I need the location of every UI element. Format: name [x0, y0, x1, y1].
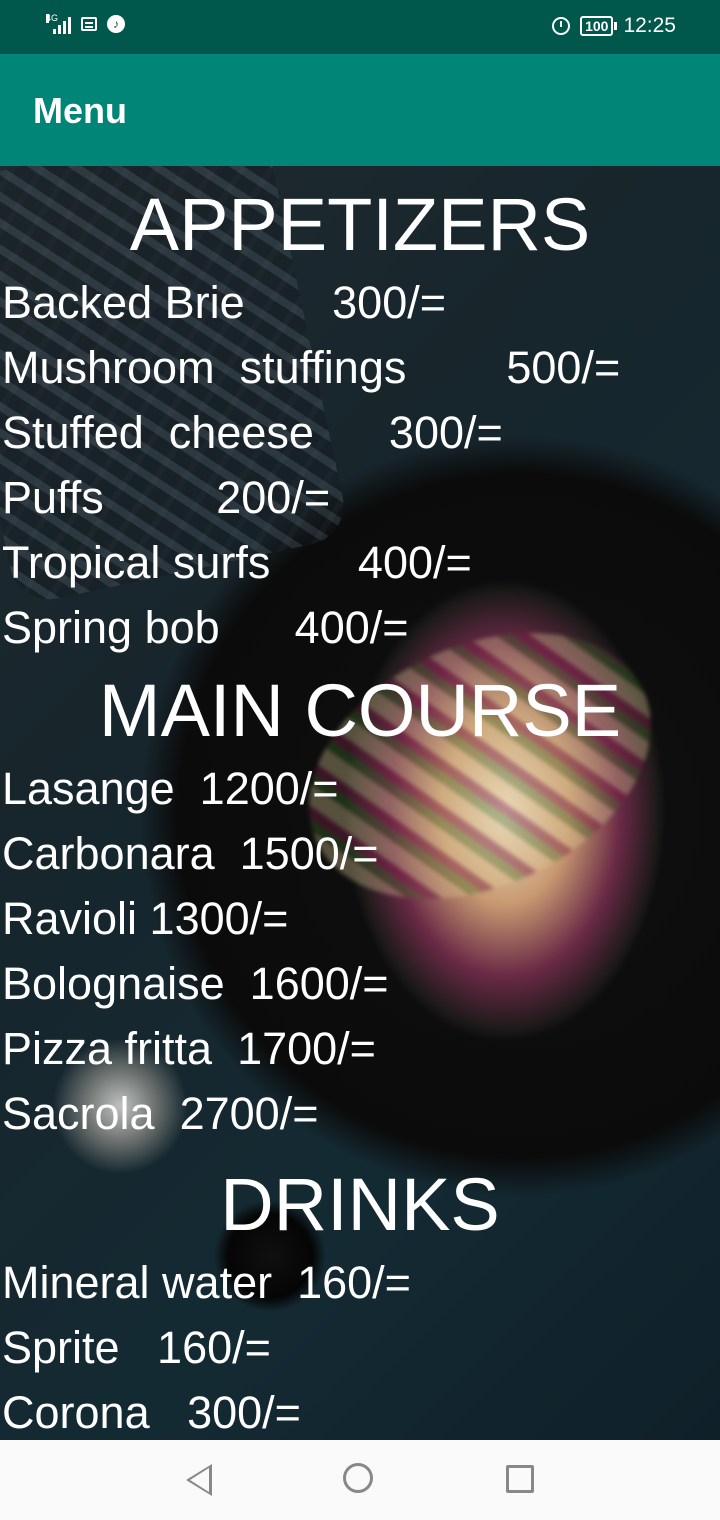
menu-item: Mushroom stuffings 500/= [2, 342, 621, 393]
menu-item: Tropical surfs 400/= [2, 537, 472, 588]
menu-item: Bolognaise 1600/= [2, 958, 389, 1009]
status-left: 4G ♪ [46, 14, 125, 34]
status-right: 100 12:25 [552, 14, 676, 38]
main-course-heading: MAIN COURSE [98, 669, 622, 752]
page-title: Menu [33, 90, 127, 131]
menu-item: Sacrola 2700/= [2, 1088, 319, 1139]
menu-item: Spring bob 400/= [2, 602, 409, 653]
back-icon[interactable] [186, 1464, 212, 1496]
app-bar: Menu [0, 54, 720, 166]
menu-item: Pizza fritta 1700/= [2, 1023, 376, 1074]
menu-content[interactable]: APPETIZERS Backed Brie 300/= Mushroom st… [0, 166, 720, 1440]
music-icon: ♪ [107, 15, 125, 33]
status-bar: 4G ♪ 100 12:25 [0, 0, 720, 54]
menu-item: Ravioli 1300/= [2, 893, 289, 944]
home-icon[interactable] [343, 1463, 373, 1493]
signal-icon: 4G [46, 14, 71, 34]
menu-item: Lasange 1200/= [2, 763, 339, 814]
menu-item: Mineral water 160/= [2, 1257, 411, 1308]
battery-icon: 100 [580, 16, 618, 36]
appetizers-heading: APPETIZERS [129, 183, 591, 266]
menu-item: Backed Brie 300/= [2, 277, 447, 328]
network-type: 4G [46, 13, 59, 23]
menu-item: Sprite 160/= [2, 1322, 271, 1373]
alarm-icon [552, 17, 571, 35]
menu-item: Carbonara 1500/= [2, 828, 379, 879]
menu-item: Puffs 200/= [2, 472, 331, 523]
menu-item: Corona 300/= [2, 1387, 301, 1438]
menu-item: Stuffed cheese 300/= [2, 407, 503, 458]
menu-list: APPETIZERS Backed Brie 300/= Mushroom st… [0, 166, 720, 1440]
message-icon [81, 17, 97, 31]
navigation-bar [0, 1440, 720, 1520]
status-time: 12:25 [623, 14, 676, 37]
drinks-heading: DRINKS [220, 1163, 500, 1246]
recents-icon[interactable] [506, 1465, 534, 1493]
